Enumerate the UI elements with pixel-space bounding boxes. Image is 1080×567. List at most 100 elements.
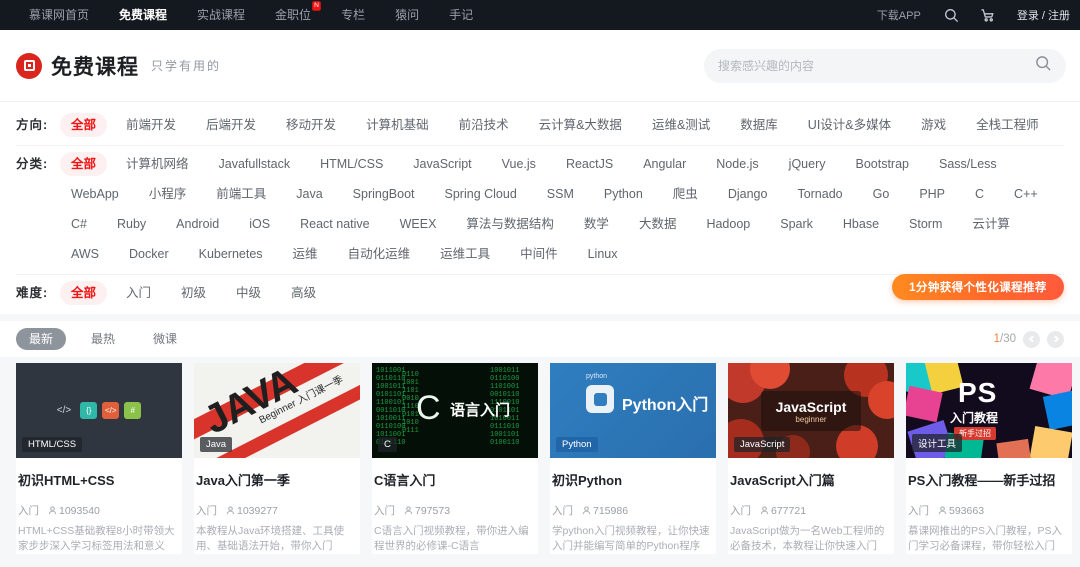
filter-option[interactable]: iOS bbox=[238, 212, 281, 236]
nav-item-free-courses[interactable]: 免费课程 bbox=[104, 0, 182, 30]
filter-option[interactable]: Javafullstack bbox=[208, 152, 302, 176]
filter-option[interactable]: 运维工具 bbox=[429, 242, 501, 266]
filter-option[interactable]: Spring Cloud bbox=[434, 182, 528, 206]
filter-option[interactable]: 大数据 bbox=[628, 212, 688, 236]
course-thumbnail[interactable]: JavaScript beginner JavaScript bbox=[728, 363, 894, 458]
filter-option[interactable]: JavaScript bbox=[402, 152, 482, 176]
filter-option[interactable]: 前端工具 bbox=[205, 182, 277, 206]
filter-option[interactable]: Django bbox=[717, 182, 779, 206]
cart-icon[interactable] bbox=[973, 0, 1003, 30]
filter-option[interactable]: AWS bbox=[60, 242, 110, 266]
filter-option[interactable]: Kubernetes bbox=[188, 242, 274, 266]
filter-option[interactable]: Bootstrap bbox=[845, 152, 921, 176]
download-app-link[interactable]: 下载APP bbox=[867, 7, 931, 23]
course-thumbnail[interactable]: PS 入门教程 新手过招 设计工具 bbox=[906, 363, 1072, 458]
filter-option[interactable]: PHP bbox=[908, 182, 956, 206]
filter-option[interactable]: 算法与数据结构 bbox=[455, 212, 565, 236]
personalized-recommendation-button[interactable]: 1分钟获得个性化课程推荐 bbox=[892, 274, 1064, 300]
filter-option[interactable]: 前端开发 bbox=[115, 113, 187, 137]
course-title[interactable]: PS入门教程——新手过招 bbox=[908, 470, 1072, 489]
filter-option[interactable]: Vue.js bbox=[491, 152, 547, 176]
filter-option[interactable]: WebApp bbox=[60, 182, 130, 206]
course-card[interactable]: 1011001 0110110 1001011 0101101 1100101 00110… bbox=[372, 363, 538, 554]
filter-option[interactable]: 初级 bbox=[170, 281, 217, 305]
filter-option[interactable]: Tornado bbox=[786, 182, 853, 206]
filter-option[interactable]: 全栈工程师 bbox=[965, 113, 1050, 137]
filter-option[interactable]: 运维 bbox=[282, 242, 329, 266]
filter-option[interactable]: 爬虫 bbox=[662, 182, 709, 206]
filter-option[interactable]: SpringBoot bbox=[342, 182, 426, 206]
course-thumbnail[interactable]: </> {} </> # HTML/CSS bbox=[16, 363, 182, 458]
course-title[interactable]: JavaScript入门篇 bbox=[730, 470, 894, 489]
filter-option[interactable]: C bbox=[964, 182, 995, 206]
filter-option[interactable]: Spark bbox=[769, 212, 824, 236]
course-title[interactable]: Java入门第一季 bbox=[196, 470, 360, 489]
filter-option[interactable]: C# bbox=[60, 212, 98, 236]
filter-option[interactable]: 自动化运维 bbox=[337, 242, 422, 266]
course-title[interactable]: C语言入门 bbox=[374, 470, 538, 489]
filter-option[interactable]: Node.js bbox=[705, 152, 769, 176]
nav-item-practical-courses[interactable]: 实战课程 bbox=[182, 0, 260, 30]
course-card[interactable]: python Python入门 Python 初识Python 入门 71598… bbox=[550, 363, 716, 554]
filter-option[interactable]: 移动开发 bbox=[275, 113, 347, 137]
filter-option[interactable]: UI设计&多媒体 bbox=[797, 113, 902, 137]
nav-item-jobs[interactable]: 金职位 N bbox=[260, 0, 326, 30]
filter-option[interactable]: C++ bbox=[1003, 182, 1049, 206]
course-card[interactable]: </> {} </> # HTML/CSS 初识HTML+CSS 入门 1093… bbox=[16, 363, 182, 554]
tab-micro-course[interactable]: 微课 bbox=[140, 328, 190, 350]
filter-option[interactable]: 入门 bbox=[115, 281, 162, 305]
filter-option[interactable]: 中级 bbox=[225, 281, 272, 305]
filter-option[interactable]: 云计算&大数据 bbox=[528, 113, 633, 137]
course-thumbnail[interactable]: python Python入门 Python bbox=[550, 363, 716, 458]
filter-option[interactable]: Linux bbox=[577, 242, 629, 266]
search-box[interactable] bbox=[704, 48, 1066, 83]
filter-option[interactable]: Docker bbox=[118, 242, 180, 266]
tab-newest[interactable]: 最新 bbox=[16, 328, 67, 350]
filter-option[interactable]: SSM bbox=[536, 182, 585, 206]
filter-option[interactable]: jQuery bbox=[778, 152, 837, 176]
course-thumbnail[interactable]: 1011001 0110110 1001011 0101101 1100101 00110… bbox=[372, 363, 538, 458]
course-card[interactable]: JavaScript beginner JavaScript JavaScrip… bbox=[728, 363, 894, 554]
filter-option[interactable]: HTML/CSS bbox=[309, 152, 394, 176]
filter-option[interactable]: ReactJS bbox=[555, 152, 624, 176]
course-card[interactable]: JAVA Beginner 入门课一季 Java Java入门第一季 入门 10… bbox=[194, 363, 360, 554]
tab-hottest[interactable]: 最热 bbox=[78, 328, 128, 350]
filter-option[interactable]: 云计算 bbox=[961, 212, 1021, 236]
filter-option[interactable]: Sass/Less bbox=[928, 152, 1008, 176]
filter-option[interactable]: Hadoop bbox=[695, 212, 761, 236]
filter-option-all[interactable]: 全部 bbox=[60, 113, 108, 137]
nav-item-column[interactable]: 专栏 bbox=[326, 0, 380, 30]
nav-item-notes[interactable]: 手记 bbox=[434, 0, 488, 30]
nav-item-qa[interactable]: 猿问 bbox=[380, 0, 434, 30]
search-icon[interactable] bbox=[937, 0, 967, 30]
filter-option[interactable]: 中间件 bbox=[509, 242, 569, 266]
filter-option[interactable]: React native bbox=[289, 212, 380, 236]
filter-option[interactable]: 运维&测试 bbox=[641, 113, 721, 137]
filter-option[interactable]: Angular bbox=[632, 152, 697, 176]
course-title[interactable]: 初识Python bbox=[552, 470, 716, 489]
filter-option[interactable]: Storm bbox=[898, 212, 953, 236]
filter-option[interactable]: 小程序 bbox=[138, 182, 198, 206]
filter-option[interactable]: Hbase bbox=[832, 212, 890, 236]
filter-option[interactable]: WEEX bbox=[389, 212, 448, 236]
chevron-right-icon[interactable] bbox=[1047, 330, 1064, 348]
filter-option[interactable]: Java bbox=[285, 182, 333, 206]
chevron-left-icon[interactable] bbox=[1023, 330, 1040, 348]
filter-option[interactable]: 数据库 bbox=[729, 113, 789, 137]
filter-option[interactable]: 数学 bbox=[573, 212, 620, 236]
search-icon[interactable] bbox=[1035, 55, 1052, 77]
course-thumbnail[interactable]: JAVA Beginner 入门课一季 Java bbox=[194, 363, 360, 458]
course-card[interactable]: PS 入门教程 新手过招 设计工具 PS入门教程——新手过招 入门 593663… bbox=[906, 363, 1072, 554]
course-title[interactable]: 初识HTML+CSS bbox=[18, 470, 182, 489]
login-register-link[interactable]: 登录 / 注册 bbox=[1009, 7, 1070, 23]
filter-option[interactable]: Android bbox=[165, 212, 230, 236]
nav-item-home[interactable]: 慕课网首页 bbox=[14, 0, 104, 30]
search-input[interactable] bbox=[718, 58, 1035, 73]
filter-option[interactable]: Ruby bbox=[106, 212, 157, 236]
filter-option[interactable]: 游戏 bbox=[910, 113, 957, 137]
filter-option[interactable]: 计算机网络 bbox=[115, 152, 200, 176]
filter-option[interactable]: 前沿技术 bbox=[448, 113, 520, 137]
filter-option[interactable]: Go bbox=[862, 182, 901, 206]
filter-option[interactable]: 计算机基础 bbox=[355, 113, 440, 137]
filter-option-all[interactable]: 全部 bbox=[60, 281, 108, 305]
